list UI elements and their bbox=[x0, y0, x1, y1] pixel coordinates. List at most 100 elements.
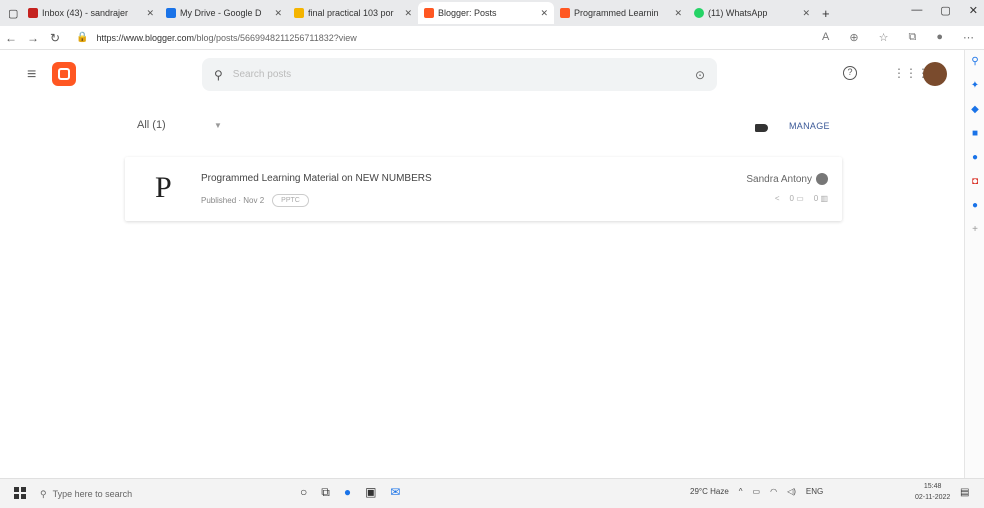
search-icon: ⚲ bbox=[40, 488, 47, 499]
close-icon[interactable]: ✕ bbox=[796, 8, 810, 19]
windows-taskbar: ⚲ Type here to search ○ ⧉ ● ▣ ✉ 29°C Haz… bbox=[0, 478, 984, 508]
address-bar-row: ← → ↻ 🔒 https://www.blogger.com/blog/pos… bbox=[0, 26, 984, 50]
office-icon[interactable]: ◘ bbox=[965, 170, 984, 194]
forward-icon[interactable]: → bbox=[22, 31, 44, 45]
search-icon: ⚲ bbox=[214, 67, 223, 82]
search-input[interactable]: Search posts bbox=[233, 69, 291, 80]
tab-label: Inbox (43) - sandrajer bbox=[42, 8, 129, 18]
more-icon[interactable]: ⋯ bbox=[963, 31, 974, 44]
battery-icon[interactable]: ▭ bbox=[753, 487, 761, 496]
store-icon[interactable]: ▣ bbox=[365, 485, 376, 500]
author-name: Sandra Antony bbox=[746, 173, 812, 185]
people-icon[interactable]: ● bbox=[965, 146, 984, 170]
tab-practical[interactable]: final practical 103 por ✕ bbox=[288, 2, 418, 24]
slides-icon bbox=[294, 8, 304, 18]
share-icon[interactable]: < bbox=[775, 194, 780, 203]
window-controls: — ▢ ✕ bbox=[911, 4, 978, 17]
edge-sidebar: ⚲ ✦ ◆ ■ ● ◘ ● + bbox=[964, 50, 984, 478]
weather-widget[interactable]: 29°C Haze bbox=[690, 487, 729, 496]
read-aloud-icon[interactable]: A bbox=[822, 31, 829, 44]
new-tab-icon[interactable]: + bbox=[822, 6, 830, 21]
search-icon[interactable]: ⚲ bbox=[965, 50, 984, 74]
clock[interactable]: 15:48 02-11-2022 bbox=[915, 481, 950, 503]
clock-time: 15:48 bbox=[923, 483, 942, 490]
cortana-icon[interactable]: ○ bbox=[300, 485, 307, 500]
tab-inbox[interactable]: Inbox (43) - sandrajer ✕ bbox=[22, 2, 160, 24]
close-icon[interactable]: ✕ bbox=[140, 8, 154, 19]
post-thumbnail-letter: P bbox=[155, 171, 172, 204]
search-posts-bar[interactable]: ⚲ Search posts ⊙ bbox=[202, 58, 717, 91]
post-author: Sandra Antony bbox=[746, 173, 828, 185]
collections-icon[interactable]: ⧉ bbox=[908, 31, 916, 44]
blogger-b-icon bbox=[58, 68, 70, 80]
lock-icon: 🔒 bbox=[76, 32, 89, 43]
close-icon[interactable]: ✕ bbox=[534, 8, 548, 19]
clock-date: 02-11-2022 bbox=[915, 494, 951, 501]
taskbar-search[interactable]: ⚲ Type here to search bbox=[40, 483, 275, 505]
post-title[interactable]: Programmed Learning Material on NEW NUMB… bbox=[201, 173, 432, 184]
avatar[interactable] bbox=[923, 62, 947, 86]
tab-label: (11) WhatsApp bbox=[708, 8, 768, 18]
views-count: 0 ▥ bbox=[813, 194, 828, 203]
label-chip[interactable]: PPTC bbox=[272, 194, 309, 207]
tag-icon[interactable]: ◆ bbox=[965, 98, 984, 122]
tab-label: Blogger: Posts bbox=[438, 8, 497, 18]
label-icon[interactable] bbox=[755, 124, 768, 132]
filter-dropdown[interactable]: All (1) bbox=[137, 119, 166, 131]
add-icon[interactable]: + bbox=[965, 218, 984, 242]
search-options-icon[interactable]: ⊙ bbox=[695, 68, 705, 82]
address-bar-icons: A ⊕ ☆ ⧉ ● ⋯ bbox=[822, 31, 974, 44]
url-host: https://www.blogger.com bbox=[96, 32, 194, 43]
wifi-icon[interactable]: ◠ bbox=[770, 487, 777, 496]
tray-arrow-icon[interactable]: ^ bbox=[739, 487, 743, 496]
minimize-button[interactable]: — bbox=[911, 4, 922, 17]
browser-tab-bar: ▢ Inbox (43) - sandrajer ✕ My Drive - Go… bbox=[0, 0, 984, 26]
post-status: Published · Nov 2 bbox=[201, 196, 265, 205]
tab-label: My Drive - Google D bbox=[180, 8, 262, 18]
back-icon[interactable]: ← bbox=[0, 31, 22, 45]
profile-icon[interactable]: ● bbox=[936, 31, 943, 44]
tab-label: Programmed Learnin bbox=[574, 8, 659, 18]
post-meta: Published · Nov 2 PPTC bbox=[201, 194, 309, 207]
maximize-button[interactable]: ▢ bbox=[940, 4, 950, 17]
taskbar-search-input[interactable]: Type here to search bbox=[53, 489, 133, 499]
tab-drive[interactable]: My Drive - Google D ✕ bbox=[160, 2, 288, 24]
blogger-icon bbox=[560, 8, 570, 18]
close-icon[interactable]: ✕ bbox=[668, 8, 682, 19]
blogger-logo[interactable] bbox=[52, 62, 76, 86]
menu-icon[interactable]: ≡ bbox=[27, 66, 36, 84]
close-window-button[interactable]: ✕ bbox=[969, 4, 978, 17]
manage-button[interactable]: MANAGE bbox=[789, 121, 830, 131]
sparkle-icon[interactable]: ✦ bbox=[965, 74, 984, 98]
author-avatar bbox=[816, 173, 828, 185]
system-tray: 29°C Haze ^ ▭ ◠ ◁) ENG bbox=[690, 487, 823, 496]
notifications-icon[interactable]: ▤ bbox=[960, 487, 969, 498]
language-indicator[interactable]: ENG bbox=[806, 487, 823, 496]
help-icon[interactable]: ? bbox=[843, 66, 857, 80]
blogger-icon bbox=[424, 8, 434, 18]
extensions-icon[interactable]: ⊕ bbox=[849, 31, 858, 44]
chevron-down-icon[interactable]: ▼ bbox=[214, 121, 222, 130]
task-view-icon[interactable]: ⧉ bbox=[321, 485, 330, 500]
refresh-icon[interactable]: ↻ bbox=[44, 31, 66, 45]
close-icon[interactable]: ✕ bbox=[268, 8, 282, 19]
post-card[interactable]: P Programmed Learning Material on NEW NU… bbox=[125, 157, 842, 221]
tab-programmed[interactable]: Programmed Learnin ✕ bbox=[554, 2, 688, 24]
briefcase-icon[interactable]: ■ bbox=[965, 122, 984, 146]
tab-label: final practical 103 por bbox=[308, 8, 394, 18]
start-button[interactable] bbox=[14, 487, 26, 499]
mail-icon[interactable]: ✉ bbox=[390, 485, 400, 500]
tab-blogger-posts[interactable]: Blogger: Posts ✕ bbox=[418, 2, 554, 24]
close-icon[interactable]: ✕ bbox=[398, 8, 412, 19]
url-field[interactable]: https://www.blogger.com/blog/posts/56699… bbox=[96, 33, 686, 43]
volume-icon[interactable]: ◁) bbox=[787, 487, 796, 496]
whatsapp-icon bbox=[694, 8, 704, 18]
comments-count: 0 ▭ bbox=[789, 194, 804, 203]
favorite-icon[interactable]: ☆ bbox=[879, 31, 889, 44]
url-path: /blog/posts/5669948211256711832?view bbox=[194, 32, 357, 43]
tab-whatsapp[interactable]: (11) WhatsApp ✕ bbox=[688, 2, 816, 24]
pinned-apps: ○ ⧉ ● ▣ ✉ bbox=[300, 485, 400, 500]
edge-icon[interactable]: ● bbox=[344, 485, 351, 500]
tab-actions-icon[interactable]: ▢ bbox=[8, 7, 22, 20]
outlook-icon[interactable]: ● bbox=[965, 194, 984, 218]
